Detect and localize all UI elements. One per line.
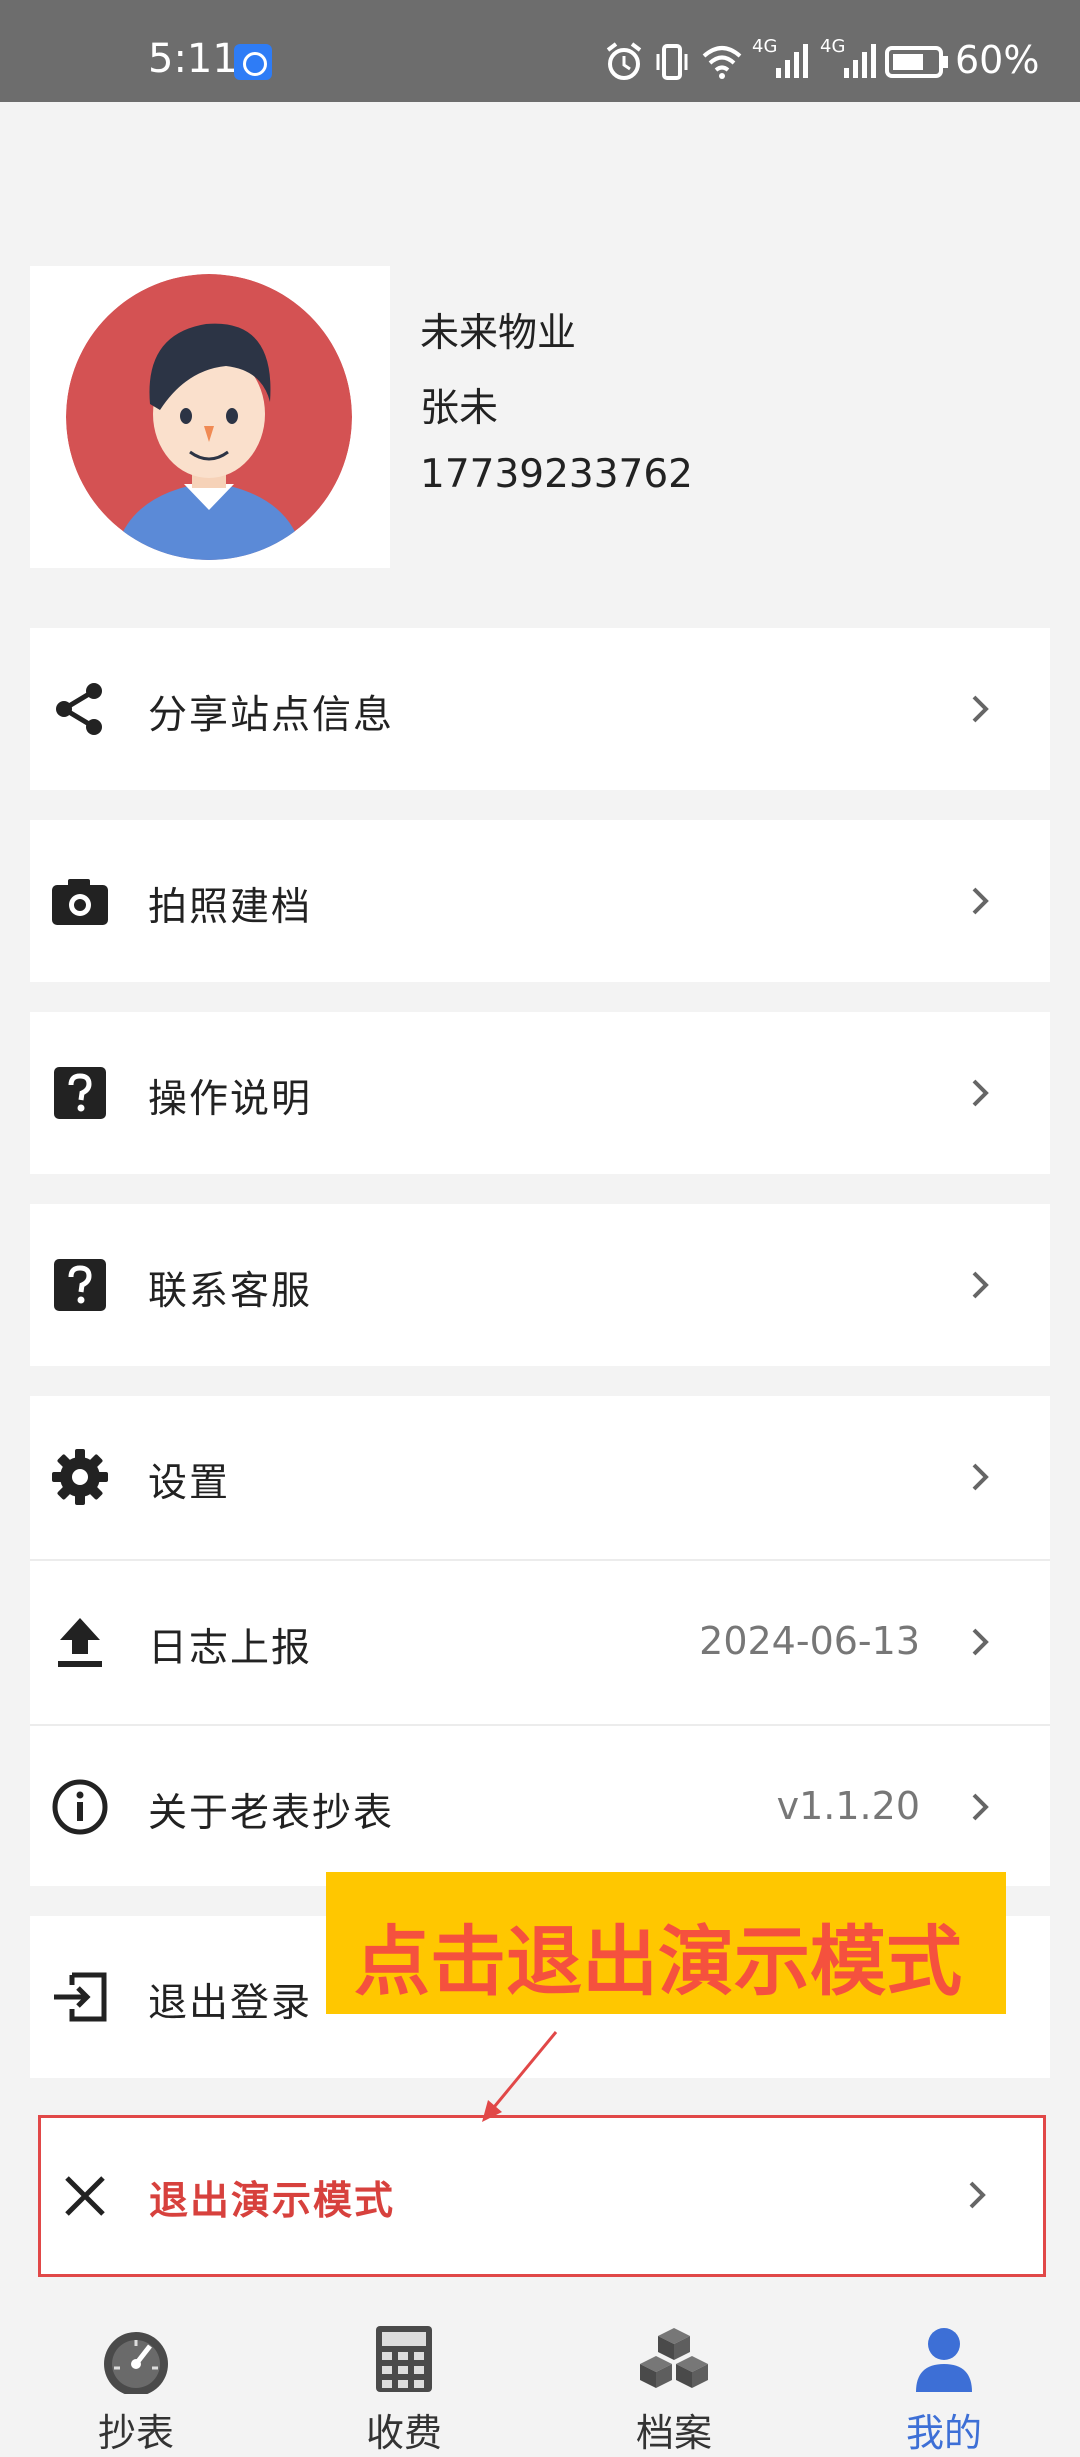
share-icon bbox=[56, 683, 102, 735]
menu-item-settings[interactable]: 设置 bbox=[30, 1396, 1050, 1558]
logout-icon bbox=[54, 1972, 107, 2022]
chevron-right-icon bbox=[972, 1628, 989, 1656]
menu-item-operation-guide[interactable]: 操作说明 bbox=[30, 1012, 1050, 1174]
calculator-icon bbox=[376, 2326, 432, 2392]
status-bar: 5:11 4G 4G 60% bbox=[0, 0, 1080, 102]
log-date-value: 2024-06-13 bbox=[699, 1619, 920, 1663]
gear-icon bbox=[52, 1449, 108, 1505]
menu-item-label: 操作说明 bbox=[148, 1077, 313, 1122]
menu-item-label: 联系客服 bbox=[148, 1269, 313, 1314]
menu-card-photo: 拍照建档 bbox=[30, 820, 1050, 982]
menu-item-contact-support[interactable]: 联系客服 bbox=[30, 1204, 1050, 1366]
menu-item-share-site-info[interactable]: 分享站点信息 bbox=[30, 628, 1050, 790]
vibrate-icon bbox=[656, 44, 688, 80]
menu-item-label: 关于老表抄表 bbox=[148, 1791, 395, 1836]
upload-icon bbox=[58, 1618, 102, 1667]
menu-item-label: 分享站点信息 bbox=[148, 693, 395, 738]
chevron-right-icon bbox=[972, 1271, 989, 1299]
chevron-right-icon bbox=[972, 695, 989, 723]
signal-icon-1 bbox=[776, 44, 808, 78]
status-time: 5:11 bbox=[148, 36, 238, 82]
tutorial-callout: 点击退出演示模式 bbox=[326, 1872, 1006, 2014]
chevron-right-icon bbox=[972, 1079, 989, 1107]
menu-item-photo-archive[interactable]: 拍照建档 bbox=[30, 820, 1050, 982]
user-icon bbox=[916, 2328, 972, 2392]
help-icon bbox=[54, 1259, 106, 1311]
info-icon bbox=[52, 1779, 108, 1835]
menu-item-exit-demo-mode[interactable]: 退出演示模式 bbox=[38, 2115, 1046, 2277]
camera-icon bbox=[52, 879, 108, 925]
gauge-icon bbox=[104, 2332, 168, 2394]
company-name: 未来物业 bbox=[420, 311, 577, 356]
tab-label: 收费 bbox=[365, 2411, 442, 2455]
menu-card-settings-group: 设置 日志上报 2024-06-13 关于老表抄表 v1.1.20 bbox=[30, 1396, 1050, 1886]
menu-card-share: 分享站点信息 bbox=[30, 628, 1050, 790]
chevron-right-icon bbox=[972, 1793, 989, 1821]
tab-label: 我的 bbox=[905, 2411, 982, 2455]
callout-arrow-icon bbox=[482, 2031, 558, 2122]
menu-item-label: 退出演示模式 bbox=[149, 2179, 396, 2224]
avatar bbox=[66, 274, 352, 560]
battery-icon bbox=[885, 46, 948, 78]
bottom-tab-bar: 抄表 收费 档案 我的 bbox=[0, 2312, 1080, 2455]
notification-app-icon bbox=[234, 44, 272, 80]
menu-item-log-report[interactable]: 日志上报 2024-06-13 bbox=[30, 1561, 1050, 1723]
user-name: 张未 bbox=[420, 386, 499, 431]
chevron-right-icon bbox=[972, 887, 989, 915]
menu-card-support: 联系客服 bbox=[30, 1204, 1050, 1366]
menu-item-label: 日志上报 bbox=[148, 1626, 313, 1671]
tab-billing[interactable]: 收费 bbox=[304, 2318, 504, 2455]
chevron-right-icon bbox=[969, 2181, 986, 2209]
signal-icon-2 bbox=[844, 44, 876, 78]
callout-text: 点击退出演示模式 bbox=[354, 1917, 962, 2006]
tab-label: 档案 bbox=[635, 2411, 712, 2455]
help-icon bbox=[54, 1067, 106, 1119]
menu-item-about[interactable]: 关于老表抄表 v1.1.20 bbox=[30, 1726, 1050, 1888]
profile-avatar-card[interactable] bbox=[30, 266, 390, 568]
menu-item-label: 拍照建档 bbox=[148, 885, 313, 930]
tab-meter-reading[interactable]: 抄表 bbox=[36, 2318, 236, 2455]
menu-item-label: 设置 bbox=[148, 1461, 231, 1506]
boxes-icon bbox=[640, 2328, 708, 2388]
user-avatar-illustration bbox=[66, 274, 352, 560]
user-phone: 17739233762 bbox=[420, 452, 693, 497]
close-icon bbox=[65, 2176, 105, 2216]
status-icons: 4G 4G bbox=[604, 36, 1004, 84]
tab-archive[interactable]: 档案 bbox=[574, 2318, 774, 2455]
menu-item-label: 退出登录 bbox=[148, 1981, 313, 2026]
battery-percent: 60% bbox=[955, 38, 1040, 82]
app-version-value: v1.1.20 bbox=[776, 1784, 920, 1828]
chevron-right-icon bbox=[972, 1463, 989, 1491]
menu-card-guide: 操作说明 bbox=[30, 1012, 1050, 1174]
tab-label: 抄表 bbox=[97, 2411, 174, 2455]
alarm-icon bbox=[606, 42, 642, 80]
tab-mine[interactable]: 我的 bbox=[844, 2318, 1044, 2455]
wifi-icon bbox=[702, 46, 742, 79]
